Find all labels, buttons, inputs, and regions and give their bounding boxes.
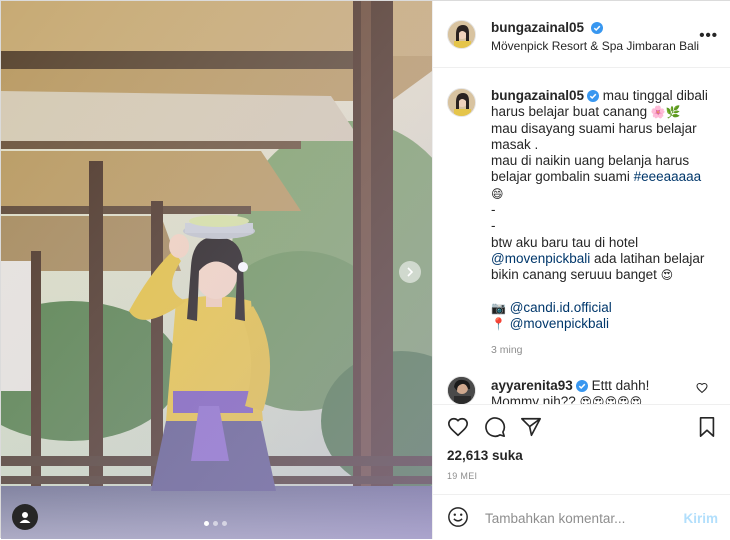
more-options-button[interactable]: ••• (699, 27, 718, 44)
leaf-emoji: 🌿 (665, 105, 681, 120)
caption-line (491, 284, 716, 300)
caption-line: 😄 (491, 186, 716, 202)
carousel-next-button[interactable] (399, 261, 421, 283)
caption-line: belajar gombalin suami #eeeaaaaa (491, 169, 716, 185)
caption-line: bikin canang seruuu banget 😍 (491, 267, 716, 283)
post-location[interactable]: Mövenpick Resort & Spa Jimbaran Bali (491, 39, 699, 53)
caption-line: bungazainal05 mau tinggal dibali (491, 88, 716, 104)
like-count[interactable]: 22,613 suka (447, 448, 523, 463)
commenter-username[interactable]: ayyarenita93 (491, 378, 573, 393)
carousel-dot (204, 521, 209, 526)
camera-emoji: 📷 (491, 300, 506, 315)
smiley-icon[interactable] (447, 506, 469, 528)
grin-emoji: 😄 (491, 186, 504, 201)
caption-line: btw aku baru tau di hotel (491, 234, 639, 250)
caption-line: 📍 @movenpickbali (491, 316, 716, 332)
caption-text-segment: bikin canang seruuu banget (491, 267, 657, 283)
author-avatar[interactable] (447, 20, 476, 49)
comment-text: ayyarenita93 Ettt dahh! Mommy nih?? 😍😍😍😍… (491, 378, 691, 404)
caption-line: harus belajar buat canang 🌸🌿 (491, 104, 716, 120)
author-username-text[interactable]: bungazainal05 (491, 20, 584, 35)
post-side-panel: bungazainal05 Mövenpick Resort & Spa Jim… (432, 1, 730, 539)
commenter-avatar[interactable] (447, 376, 476, 404)
pin-emoji: 📍 (491, 317, 506, 332)
verified-badge-icon (587, 90, 600, 102)
hashtag-link[interactable]: #eeeaaaaa (634, 169, 702, 184)
comment-emojis: 😍😍😍😍😍 (579, 395, 643, 404)
verified-badge-icon (590, 22, 603, 34)
caption-line: - (491, 202, 496, 218)
caption-line: masak . (491, 136, 539, 152)
caption-line: - (491, 218, 496, 234)
post-header: bungazainal05 Mövenpick Resort & Spa Jim… (433, 1, 730, 68)
caption-line: @movenpickbali ada latihan belajar (491, 251, 716, 267)
verified-badge-icon (575, 380, 588, 392)
caption-text: bungazainal05 mau tinggal dibali harus b… (491, 88, 716, 332)
carousel-indicator (204, 521, 227, 526)
caption-line: 📷 @candi.id.official (491, 300, 716, 316)
avatar-image (448, 21, 475, 48)
avatar-image (448, 377, 475, 404)
post-comment-button[interactable]: Kirim (683, 511, 718, 526)
flower-emoji: 🌸 (650, 105, 666, 120)
mention-link[interactable]: @candi.id.official (510, 300, 612, 315)
heart-icon[interactable] (447, 416, 469, 438)
comment-line: Mommy nih?? (491, 394, 576, 404)
carousel-dot (213, 521, 218, 526)
photo-scene (1, 1, 432, 539)
comments-section: bungazainal05 mau tinggal dibali harus b… (433, 68, 730, 404)
user-tag-icon (19, 512, 31, 523)
caption-username[interactable]: bungazainal05 (491, 88, 584, 103)
bookmark-icon[interactable] (696, 416, 718, 438)
caption-line: mau disayang suami harus belajar (491, 120, 697, 136)
paper-plane-icon[interactable] (520, 416, 542, 438)
caption-avatar[interactable] (447, 88, 476, 117)
heart-eyes-emoji: 😍 (660, 268, 674, 283)
avatar-image (448, 89, 475, 116)
post-date[interactable]: 19 MEI (447, 471, 477, 481)
caption-text-segment: ada latihan belajar (594, 250, 705, 266)
mention-link[interactable]: @movenpickbali (491, 251, 590, 266)
post-photo[interactable] (1, 1, 432, 539)
instagram-post-dialog: bungazainal05 Mövenpick Resort & Spa Jim… (0, 0, 730, 539)
caption-text-segment: harus belajar buat canang (491, 104, 648, 120)
caption-line: mau di naikin uang belanja harus (491, 153, 690, 169)
carousel-dot (222, 521, 227, 526)
user-tags-button[interactable] (12, 504, 38, 530)
add-comment-bar: Kirim (433, 494, 730, 540)
mention-link[interactable]: @movenpickbali (510, 316, 609, 331)
action-bar (433, 404, 730, 445)
comment-input[interactable] (483, 505, 677, 531)
chevron-right-icon (407, 267, 414, 277)
caption-text-segment: belajar gombalin suami (491, 169, 630, 185)
caption-time[interactable]: 3 ming (491, 344, 523, 356)
caption-text-segment: mau tinggal dibali (602, 88, 708, 103)
comment-line: Ettt dahh! (591, 378, 650, 393)
comment-bubble-icon[interactable] (484, 416, 506, 438)
author-username[interactable]: bungazainal05 (491, 20, 603, 35)
comment-like-heart-icon[interactable] (696, 382, 708, 394)
